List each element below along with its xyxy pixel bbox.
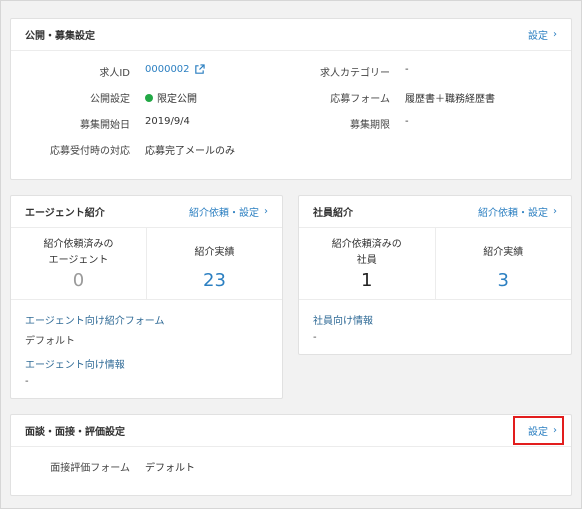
agent-results-label: 紹介実績 — [194, 247, 235, 258]
public-settings-title: 公開・募集設定 — [25, 31, 95, 42]
category-value: - — [405, 64, 409, 75]
employee-referral-card: 社員紹介 紹介依頼・設定 › 紹介依頼済みの 社員 1 紹介実績 3 社員向け情… — [298, 195, 572, 355]
job-id-label: 求人ID — [99, 68, 130, 79]
employee-stats: 紹介依頼済みの 社員 1 紹介実績 3 — [299, 228, 571, 300]
highlight-box — [513, 416, 564, 445]
job-id-value[interactable]: 0000002 — [145, 64, 205, 75]
interview-form-value: デフォルト — [145, 463, 195, 474]
agent-requested-stat: 紹介依頼済みの エージェント 0 — [11, 228, 146, 299]
agent-referral-card: エージェント紹介 紹介依頼・設定 › 紹介依頼済みの エージェント 0 紹介実績… — [10, 195, 283, 399]
employee-results-label: 紹介実績 — [483, 247, 524, 258]
agent-requested-count: 0 — [72, 270, 85, 291]
employee-requested-stat: 紹介依頼済みの 社員 1 — [299, 228, 435, 299]
agent-results-count[interactable]: 23 — [147, 270, 282, 292]
employee-requested-label: 紹介依頼済みの 社員 — [299, 237, 435, 269]
public-settings-header: 公開・募集設定 設定 › — [11, 19, 571, 51]
public-settings-link[interactable]: 設定 › — [528, 27, 557, 42]
publish-setting-value: 限定公開 — [145, 90, 197, 105]
category-label: 求人カテゴリー — [320, 68, 390, 79]
chevron-right-icon: › — [264, 205, 268, 217]
application-form-label: 応募フォーム — [330, 94, 390, 105]
start-date-value: 2019/9/4 — [145, 116, 190, 127]
application-form-value: 履歴書＋職務経歴書 — [405, 94, 495, 105]
deadline-value: - — [405, 116, 409, 127]
employee-referral-link[interactable]: 紹介依頼・設定 › — [478, 204, 557, 219]
public-settings-card: 公開・募集設定 設定 › 求人ID 0000002 公開設定 限定公開 募集開始… — [10, 18, 572, 180]
publish-setting-text: 限定公開 — [157, 94, 197, 105]
agent-info-value: - — [25, 376, 29, 387]
employee-results-count[interactable]: 3 — [436, 270, 572, 292]
employee-results-stat: 紹介実績 3 — [434, 228, 572, 299]
chevron-right-icon: › — [553, 28, 557, 40]
employee-referral-header: 社員紹介 紹介依頼・設定 › — [299, 196, 571, 228]
agent-info-label: エージェント向け情報 — [25, 360, 125, 371]
publish-setting-label: 公開設定 — [90, 94, 130, 105]
agent-requested-label-line1: 紹介依頼済みの — [43, 239, 114, 250]
interview-settings-title: 面談・面接・評価設定 — [25, 427, 125, 438]
employee-info-label: 社員向け情報 — [313, 316, 373, 327]
public-settings-link-label: 設定 — [528, 31, 548, 42]
agent-requested-label-line2: エージェント — [48, 255, 109, 266]
job-id-text: 0000002 — [145, 64, 190, 75]
chevron-right-icon: › — [553, 205, 557, 217]
agent-results-stat: 紹介実績 23 — [146, 228, 282, 299]
start-date-label: 募集開始日 — [80, 120, 130, 131]
employee-requested-count[interactable]: 1 — [299, 270, 435, 292]
response-label: 応募受付時の対応 — [50, 146, 130, 157]
agent-stats: 紹介依頼済みの エージェント 0 紹介実績 23 — [11, 228, 282, 300]
employee-requested-label-line2: 社員 — [356, 255, 377, 266]
agent-referral-link-label: 紹介依頼・設定 — [189, 208, 259, 219]
agent-referral-title: エージェント紹介 — [25, 208, 105, 219]
employee-referral-title: 社員紹介 — [313, 208, 353, 219]
status-dot-icon — [145, 93, 153, 102]
interview-settings-card: 面談・面接・評価設定 設定 › 面接評価フォーム デフォルト — [10, 414, 572, 496]
interview-form-label: 面接評価フォーム — [50, 463, 130, 474]
employee-referral-link-label: 紹介依頼・設定 — [478, 208, 548, 219]
deadline-label: 募集期限 — [350, 120, 390, 131]
agent-referral-link[interactable]: 紹介依頼・設定 › — [189, 204, 268, 219]
employee-info-value: - — [313, 332, 317, 343]
agent-form-label: エージェント向け紹介フォーム — [25, 316, 165, 327]
agent-referral-header: エージェント紹介 紹介依頼・設定 › — [11, 196, 282, 228]
interview-settings-header: 面談・面接・評価設定 設定 › — [11, 415, 571, 447]
external-link-icon[interactable] — [194, 64, 205, 75]
employee-requested-label-line1: 紹介依頼済みの — [331, 239, 402, 250]
response-value: 応募完了メールのみ — [145, 146, 235, 157]
agent-requested-label: 紹介依頼済みの エージェント — [11, 237, 146, 269]
agent-form-value: デフォルト — [25, 336, 75, 347]
